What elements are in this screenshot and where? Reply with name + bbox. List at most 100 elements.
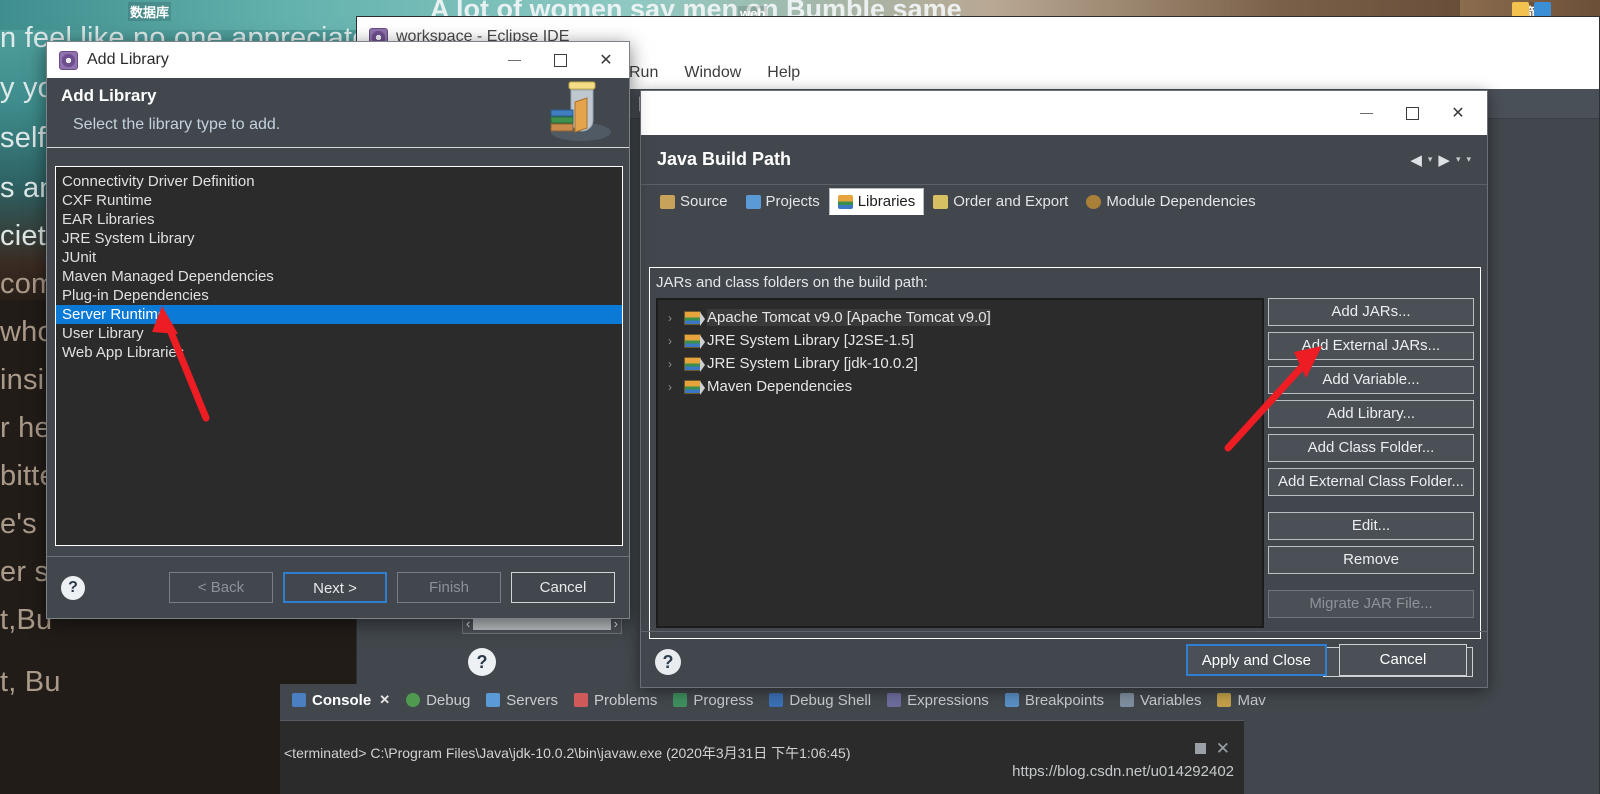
tab-label: Breakpoints <box>1024 691 1105 709</box>
tab-order-and-export[interactable]: Order and Export <box>924 188 1077 215</box>
list-item[interactable]: Web App Libraries <box>56 343 622 362</box>
table-row[interactable]: › JRE System Library [J2SE-1.5] <box>658 329 1262 352</box>
jbp-header: Java Build Path ◀ ▾ ▶ ▾ ▾ <box>641 135 1487 185</box>
java-build-path-dialog: ✕ Java Build Path ◀ ▾ ▶ ▾ ▾ Source Proje… <box>640 90 1488 688</box>
library-type-list[interactable]: Connectivity Driver Definition CXF Runti… <box>55 166 623 546</box>
close-button[interactable]: ✕ <box>583 42 629 78</box>
tab-label: Projects <box>765 193 820 210</box>
close-icon[interactable]: ✕ <box>1216 740 1230 757</box>
jbp-nav[interactable]: ◀ ▾ ▶ ▾ ▾ <box>1410 151 1471 169</box>
close-icon[interactable]: ✕ <box>379 692 390 708</box>
order-export-icon <box>933 194 949 209</box>
help-icon[interactable]: ? <box>655 649 681 675</box>
chevron-down-icon[interactable]: ▾ <box>1466 154 1471 165</box>
tab-label: Debug Shell <box>789 691 872 709</box>
tab-variables[interactable]: Variables <box>1120 692 1201 709</box>
chevron-right-icon[interactable]: › <box>668 380 678 394</box>
library-icon <box>684 356 705 372</box>
page-title: Java Build Path <box>657 149 792 169</box>
back-dropdown-icon[interactable]: ▾ <box>1428 154 1433 165</box>
tab-problems[interactable]: Problems <box>573 691 658 709</box>
jbp-libraries-panel: JARs and class folders on the build path… <box>649 267 1481 639</box>
add-variable-button[interactable]: Add Variable... <box>1268 366 1474 394</box>
list-item[interactable]: Plug-in Dependencies <box>56 286 622 305</box>
list-item[interactable]: JUnit <box>56 248 622 267</box>
module-dependencies-icon <box>1086 194 1102 209</box>
tab-debug-shell[interactable]: Debug Shell <box>769 692 871 709</box>
back-arrow-icon[interactable]: ◀ <box>1410 151 1422 169</box>
tab-expressions[interactable]: Expressions <box>887 692 989 709</box>
tab-maven[interactable]: Mav <box>1217 692 1266 709</box>
add-library-button[interactable]: Add Library... <box>1268 400 1474 428</box>
cancel-button[interactable]: Cancel <box>1339 643 1467 676</box>
close-button[interactable]: ✕ <box>1435 91 1481 135</box>
back-button: < Back <box>169 572 273 603</box>
maximize-icon[interactable] <box>1194 743 1206 754</box>
menu-run[interactable]: Run <box>629 64 658 82</box>
list-item[interactable]: EAR Libraries <box>56 210 622 229</box>
cancel-button[interactable]: Cancel <box>511 572 615 603</box>
view-tab-bar[interactable]: Console ✕ Debug Servers Problems Progres… <box>280 684 1266 716</box>
tab-source[interactable]: Source <box>651 188 737 215</box>
jbp-tab-bar[interactable]: Source Projects Libraries Order and Expo… <box>641 185 1487 215</box>
tab-label: Source <box>680 193 728 210</box>
help-icon[interactable]: ? <box>468 648 496 676</box>
expressions-icon <box>887 693 902 707</box>
tab-console[interactable]: Console ✕ <box>292 692 390 709</box>
tab-label: Problems <box>593 691 658 709</box>
add-external-class-folder-button[interactable]: Add External Class Folder... <box>1268 468 1474 496</box>
chevron-right-icon[interactable]: › <box>668 357 678 371</box>
table-row[interactable]: › JRE System Library [jdk-10.0.2] <box>658 352 1262 375</box>
tab-libraries[interactable]: Libraries <box>828 188 925 215</box>
tab-module-dependencies[interactable]: Module Dependencies <box>1077 188 1264 215</box>
tab-label: Order and Export <box>953 193 1069 210</box>
tab-debug[interactable]: Debug <box>406 692 470 709</box>
apply-and-close-button[interactable]: Apply and Close <box>1185 643 1327 676</box>
dialog-title: Add Library <box>87 51 169 68</box>
list-item-server-runtime[interactable]: Server Runtime <box>56 305 622 324</box>
tab-label: Servers <box>506 691 558 709</box>
forward-arrow-icon[interactable]: ▶ <box>1438 151 1450 169</box>
tab-progress[interactable]: Progress <box>673 692 753 709</box>
minimize-button[interactable] <box>491 42 537 78</box>
list-item[interactable]: Connectivity Driver Definition <box>56 172 622 191</box>
source-folder-icon <box>660 194 675 209</box>
wizard-heading: Add Library <box>61 86 157 105</box>
tab-servers[interactable]: Servers <box>486 692 558 709</box>
list-item[interactable]: User Library <box>56 324 622 343</box>
list-item[interactable]: JRE System Library <box>56 229 622 248</box>
add-jars-button[interactable]: Add JARs... <box>1268 298 1474 326</box>
wizard-buttons: < Back Next > Finish Cancel <box>169 572 615 603</box>
tab-projects[interactable]: Projects <box>737 188 829 215</box>
breakpoints-icon <box>1004 693 1019 707</box>
chevron-right-icon[interactable]: › <box>668 334 678 348</box>
remove-button[interactable]: Remove <box>1268 546 1474 574</box>
minimize-button[interactable] <box>1343 91 1389 135</box>
list-item[interactable]: CXF Runtime <box>56 191 622 210</box>
table-row[interactable]: › Apache Tomcat v9.0 [Apache Tomcat v9.0… <box>658 306 1262 329</box>
forward-dropdown-icon[interactable]: ▾ <box>1456 154 1461 165</box>
next-button[interactable]: Next > <box>283 572 387 603</box>
console-view: Console ✕ Debug Servers Problems Progres… <box>280 684 1266 794</box>
help-icon[interactable]: ? <box>61 575 85 600</box>
panel-label: JARs and class folders on the build path… <box>656 274 928 291</box>
list-item[interactable]: Maven Managed Dependencies <box>56 267 622 286</box>
add-external-jars-button[interactable]: Add External JARs... <box>1268 332 1474 360</box>
jbp-button-column: Add JARs... Add External JARs... Add Var… <box>1268 298 1474 618</box>
maximize-button[interactable] <box>1389 91 1435 135</box>
tab-breakpoints[interactable]: Breakpoints <box>1004 691 1105 709</box>
add-library-dialog: Add Library ✕ Add Library Select the lib… <box>46 41 630 619</box>
menu-help[interactable]: Help <box>767 64 800 82</box>
table-row[interactable]: › Maven Dependencies <box>658 375 1262 398</box>
build-path-list[interactable]: › Apache Tomcat v9.0 [Apache Tomcat v9.0… <box>656 298 1264 628</box>
menu-window[interactable]: Window <box>684 64 741 82</box>
chevron-right-icon[interactable]: › <box>668 311 678 325</box>
tab-label: Variables <box>1140 691 1202 709</box>
add-class-folder-button[interactable]: Add Class Folder... <box>1268 434 1474 462</box>
maximize-button[interactable] <box>537 42 583 78</box>
jbp-title-bar: ✕ <box>641 91 1487 135</box>
tab-label: Module Dependencies <box>1106 193 1256 210</box>
console-window-controls[interactable]: ✕ <box>1194 740 1230 757</box>
console-icon <box>292 693 306 707</box>
edit-button[interactable]: Edit... <box>1268 512 1474 540</box>
